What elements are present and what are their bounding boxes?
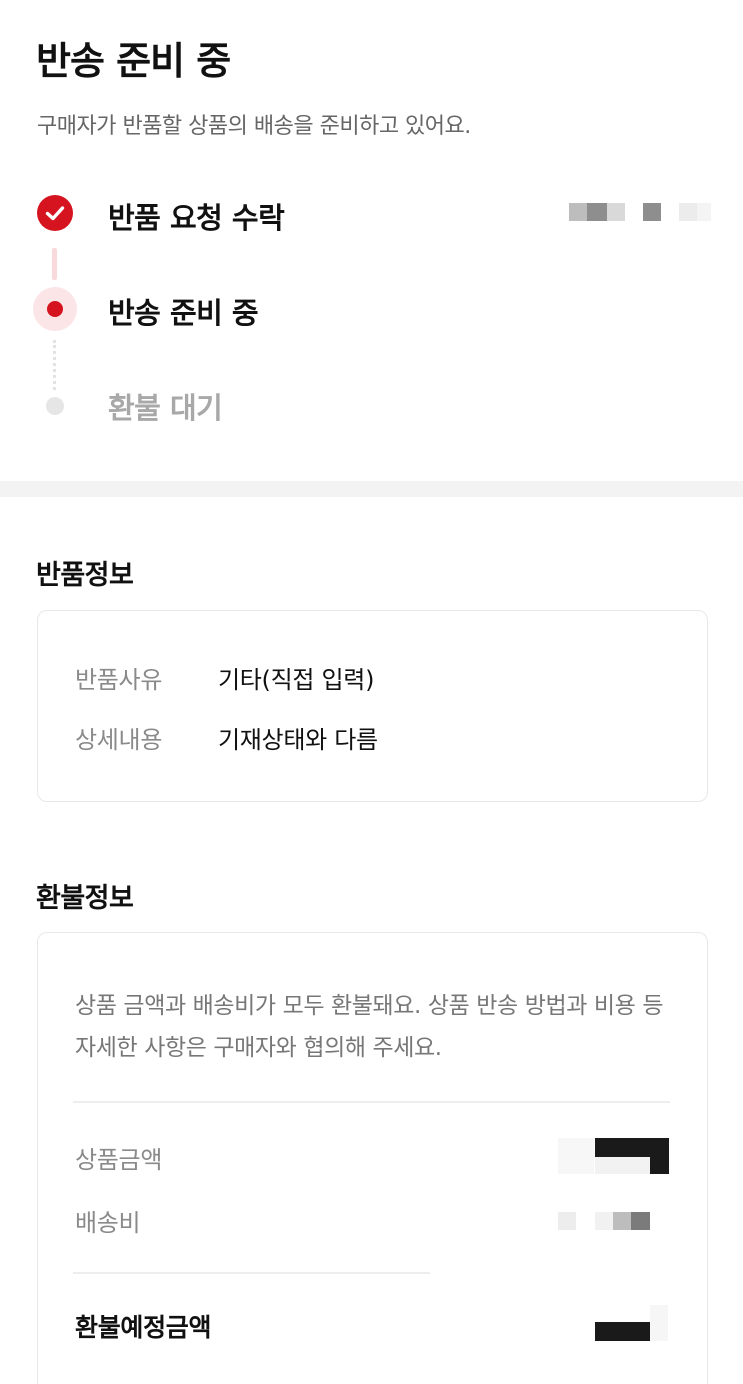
pending-step-dot-icon [46, 397, 64, 415]
return-info-card [37, 610, 708, 802]
return-reason-label: 반품사유 [75, 666, 163, 694]
page-subtitle: 구매자가 반품할 상품의 배송을 준비하고 있어요. [37, 114, 471, 139]
return-detail-label: 상세내용 [75, 726, 163, 754]
product-amount-label: 상품금액 [75, 1146, 163, 1174]
step-label-refund-waiting: 환불 대기 [108, 391, 223, 425]
current-step-dot-icon [47, 301, 63, 317]
refund-total-label: 환불예정금액 [75, 1313, 212, 1342]
step-label-preparing-return: 반송 준비 중 [108, 296, 259, 330]
step-label-return-accepted: 반품 요청 수락 [108, 201, 285, 235]
return-info-title: 반품정보 [36, 560, 134, 591]
check-circle-icon [37, 195, 73, 231]
refund-notice: 상품 금액과 배송비가 모두 환불돼요. 상품 반송 방법과 비용 등 자세한 … [75, 993, 664, 1061]
refund-divider-top [73, 1101, 670, 1103]
edge-mask [708, 1120, 743, 1384]
refund-info-title: 환불정보 [36, 883, 134, 914]
refund-divider-bottom [73, 1272, 430, 1274]
page-title: 반송 준비 중 [36, 39, 231, 83]
step-connector-completed [52, 248, 57, 280]
return-detail-value: 기재상태와 다름 [218, 726, 378, 754]
return-reason-value: 기타(직접 입력) [218, 666, 375, 694]
shipping-fee-label: 배송비 [75, 1209, 141, 1237]
step-connector-pending [53, 340, 56, 390]
checkmark-icon [45, 206, 65, 221]
section-divider [0, 481, 743, 497]
